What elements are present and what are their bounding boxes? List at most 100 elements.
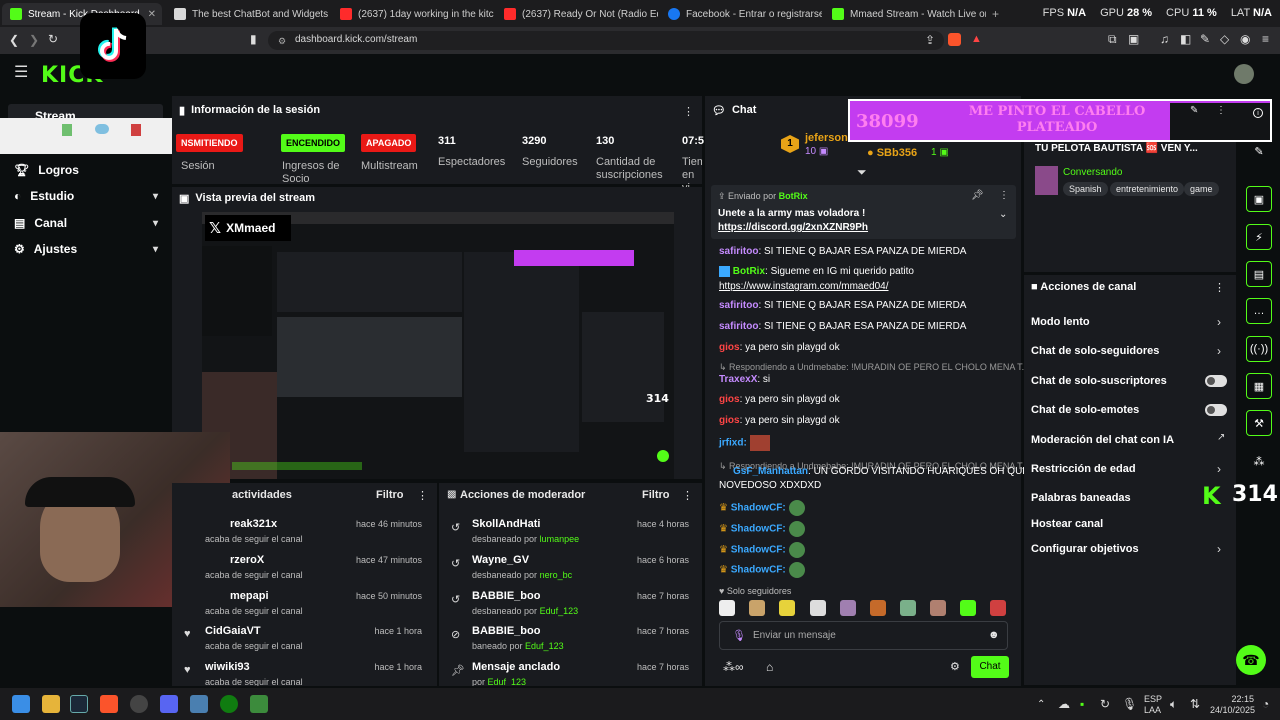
emote-icon[interactable]	[840, 600, 856, 616]
notifications-icon[interactable]: ◔	[1262, 698, 1269, 710]
edit-icon[interactable]: ✎	[1246, 138, 1272, 164]
tag[interactable]: entretenimiento	[1110, 182, 1185, 196]
sidebar-item-logros[interactable]: 🏆︎ Logros	[14, 163, 162, 177]
tab-youtube-2[interactable]: (2637) Ready Or Not (Radio Edit) - Yo	[496, 3, 658, 25]
action-set-goals[interactable]: Configurar objetivos	[1031, 543, 1139, 555]
id-card-icon[interactable]: ▦	[1246, 373, 1272, 399]
chevron-right-icon[interactable]: ›	[1217, 315, 1221, 329]
emote-icon[interactable]	[960, 600, 976, 616]
chevron-right-icon[interactable]: ›	[1217, 344, 1221, 358]
sync-icon[interactable]: ↻	[1100, 698, 1110, 710]
kebab-menu-icon[interactable]: ⋮	[682, 489, 693, 502]
calculator-icon[interactable]	[190, 695, 208, 713]
wrench-icon[interactable]: ⚒	[1246, 410, 1272, 436]
wallet-icon[interactable]: ◇	[1220, 33, 1229, 45]
sidebar-item-estudio[interactable]: ◐ Estudio ▾	[14, 189, 162, 203]
emote-icon[interactable]	[930, 600, 946, 616]
emote-icon[interactable]	[810, 600, 826, 616]
tray-chevron-icon[interactable]: ⌃	[1037, 699, 1045, 711]
gifter2[interactable]: ● SBb356	[867, 147, 917, 159]
sidebar-item-canal[interactable]: ▤ Canal ▾	[14, 216, 162, 230]
stream-preview-video[interactable]: 314	[202, 212, 674, 479]
music-icon[interactable]: ♫	[1160, 33, 1169, 45]
send-chat-button[interactable]: Chat	[971, 656, 1009, 678]
support-button[interactable]: ☎	[1236, 645, 1266, 675]
pin-icon[interactable]: 📌︎	[971, 190, 984, 201]
translate-icon[interactable]: ✎	[1200, 33, 1210, 45]
mic-icon[interactable]: 🎙︎	[1122, 698, 1137, 710]
emote-icon[interactable]	[870, 600, 886, 616]
tab-chatbot[interactable]: The best ChatBot and Widgets for Ki	[166, 3, 328, 25]
cloud-icon[interactable]: ☁	[1058, 698, 1070, 710]
reload-icon[interactable]: ↻	[48, 33, 58, 45]
emote-icon[interactable]	[779, 600, 795, 616]
brave-icon[interactable]	[100, 695, 118, 713]
menu-icon[interactable]: ≡	[1262, 33, 1269, 45]
sidebar-toggle-icon[interactable]: ◧	[1180, 33, 1191, 45]
emote-icon[interactable]	[990, 600, 1006, 616]
tab-youtube-1[interactable]: (2637) 1day working in the kitchen 🌈	[332, 3, 494, 25]
pinned-link[interactable]: https://discord.gg/2xnXZNR9Ph	[718, 222, 868, 233]
action-age-restriction[interactable]: Restricción de edad	[1031, 463, 1136, 475]
close-tab-icon[interactable]: ✕	[148, 9, 156, 20]
action-banned-words[interactable]: Palabras baneadas	[1031, 492, 1131, 504]
info-icon[interactable]: i	[1253, 108, 1263, 118]
action-emotes-only[interactable]: Chat de solo-emotes	[1031, 404, 1139, 416]
forward-icon[interactable]: ❯	[29, 34, 39, 46]
subs-only-toggle[interactable]	[1205, 375, 1227, 387]
language-indicator[interactable]: ESP LAA	[1144, 694, 1162, 716]
mic-icon[interactable]: 🎙︎	[732, 629, 746, 642]
action-host-channel[interactable]: Hostear canal	[1031, 518, 1103, 530]
screenshot-icon[interactable]: ▣	[1128, 33, 1139, 45]
kebab-menu-icon[interactable]: ⋮	[683, 105, 694, 118]
category-thumbnail[interactable]	[1035, 166, 1058, 195]
tab-kick-stream[interactable]: Mmaed Stream - Watch Live on Kick	[824, 3, 986, 25]
user-avatar[interactable]	[1234, 64, 1254, 84]
chevron-right-icon[interactable]: ›	[1217, 462, 1221, 476]
hamburger-menu-icon[interactable]: ☰	[14, 65, 28, 81]
tab-facebook[interactable]: Facebook - Entrar o registrarse	[660, 3, 822, 25]
windows-start-icon[interactable]	[12, 695, 30, 713]
emote-icon[interactable]	[900, 600, 916, 616]
brave-shield-icon[interactable]	[948, 33, 961, 46]
chat-bubble-icon[interactable]: …	[1246, 298, 1272, 324]
url-input[interactable]: dashboard.kick.com/stream	[268, 31, 944, 50]
tag[interactable]: Spanish	[1063, 182, 1108, 196]
gear-icon[interactable]: ⚙	[950, 660, 960, 673]
action-subs-only[interactable]: Chat de solo-suscriptores	[1031, 375, 1167, 387]
screen-icon[interactable]: ▣	[1246, 186, 1272, 212]
broadcast-icon[interactable]: ((·))	[1246, 336, 1272, 362]
bolt-icon[interactable]: ⚡︎	[1246, 224, 1272, 250]
kebab-menu-icon[interactable]: ⋮	[999, 190, 1009, 201]
back-icon[interactable]: ❮	[9, 34, 19, 46]
share-icon[interactable]: ⇪	[925, 34, 935, 46]
bookmark-icon[interactable]: ▮	[250, 33, 257, 45]
minecraft-icon[interactable]	[250, 695, 268, 713]
speaker-icon[interactable]: 🔈︎	[1170, 698, 1177, 710]
kick-tray-icon[interactable]: ▪	[1080, 698, 1084, 710]
kebab-menu-icon[interactable]: ⋮	[417, 489, 428, 502]
file-explorer-icon[interactable]	[42, 695, 60, 713]
site-info-icon[interactable]: ⚙	[278, 35, 286, 47]
store-icon[interactable]: ⌂	[766, 660, 773, 674]
infinity-icon[interactable]: ⁂∞	[723, 660, 744, 674]
action-slow-mode[interactable]: Modo lento	[1031, 316, 1090, 328]
emotes-only-toggle[interactable]	[1205, 404, 1227, 416]
top-gifter-name[interactable]: jeferson8	[805, 132, 854, 144]
action-ai-moderation[interactable]: Moderación del chat con IA	[1031, 434, 1174, 446]
document-icon[interactable]: ▤	[1246, 261, 1272, 287]
chat-input[interactable]: 🎙︎ Enviar un mensaje ☻	[719, 621, 1008, 650]
tag[interactable]: game	[1184, 182, 1219, 196]
action-followers-only[interactable]: Chat de solo-seguidores	[1031, 345, 1159, 357]
edit-icon[interactable]: ✎	[1190, 105, 1198, 116]
network-icon[interactable]: ⇅	[1190, 698, 1200, 710]
extensions-icon[interactable]: ⧉	[1108, 33, 1117, 45]
emote-icon[interactable]	[749, 600, 765, 616]
brave-rewards-icon[interactable]: ▲	[971, 33, 985, 46]
steam-icon[interactable]	[70, 695, 88, 713]
kebab-menu-icon[interactable]: ⋮	[1216, 105, 1226, 116]
clock[interactable]: 22:15 24/10/2025	[1210, 694, 1255, 716]
obs-icon[interactable]	[130, 695, 148, 713]
emoji-icon[interactable]: ☻	[988, 629, 1000, 641]
kebab-menu-icon[interactable]: ⋮	[1214, 281, 1225, 294]
